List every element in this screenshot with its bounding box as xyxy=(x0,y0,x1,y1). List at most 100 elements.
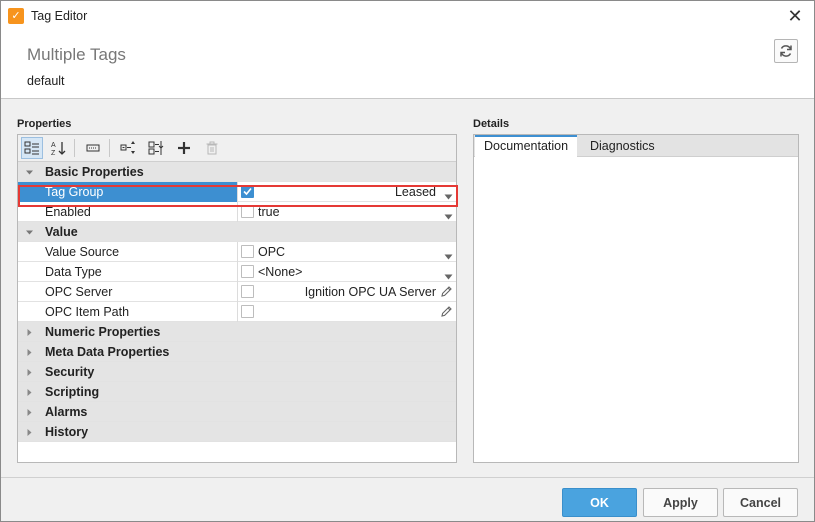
svg-text:Z: Z xyxy=(51,150,56,156)
expand-all-button[interactable] xyxy=(117,137,139,159)
sort-az-icon: A Z xyxy=(51,142,66,156)
override-checkbox[interactable] xyxy=(241,245,254,258)
properties-label: Properties xyxy=(17,118,72,130)
property-value: true xyxy=(258,205,280,219)
dropdown-arrow-icon[interactable] xyxy=(444,189,453,203)
category-row[interactable]: Alarms xyxy=(18,402,456,422)
property-name-cell[interactable]: OPC Server xyxy=(18,282,237,302)
ok-button[interactable]: OK xyxy=(562,488,637,517)
category-row[interactable]: Scripting xyxy=(18,382,456,402)
footer: OK Apply Cancel xyxy=(1,477,814,521)
property-label: Enabled xyxy=(45,205,91,219)
category-label: Numeric Properties xyxy=(45,325,161,339)
svg-text:A: A xyxy=(51,142,56,149)
expand-all-icon xyxy=(120,141,135,154)
window-title: Tag Editor xyxy=(31,9,88,23)
category-label: History xyxy=(45,425,89,439)
property-value-cell[interactable]: Leased xyxy=(237,182,456,202)
property-row[interactable]: Value Source OPC xyxy=(18,242,456,262)
category-label: Security xyxy=(45,365,95,379)
override-checkbox[interactable] xyxy=(241,305,254,318)
category-label: Value xyxy=(45,225,78,239)
category-row[interactable]: Security xyxy=(18,362,456,382)
collapsed-arrow-icon[interactable] xyxy=(23,386,35,398)
category-row[interactable]: Value xyxy=(18,222,456,242)
categorized-view-button[interactable] xyxy=(21,137,43,159)
category-row[interactable]: Meta Data Properties xyxy=(18,342,456,362)
cancel-button[interactable]: Cancel xyxy=(723,488,798,517)
category-label: Basic Properties xyxy=(45,165,144,179)
pencil-icon[interactable] xyxy=(440,285,453,301)
collapsed-arrow-icon[interactable] xyxy=(23,406,35,418)
property-name-cell[interactable]: Value Source xyxy=(18,242,237,262)
collapse-all-icon xyxy=(148,141,164,155)
dropdown-arrow-icon[interactable] xyxy=(444,269,453,283)
property-name-cell[interactable]: Tag Group xyxy=(18,182,237,202)
pencil-icon[interactable] xyxy=(440,305,453,321)
app-logo-icon: ✓ xyxy=(8,8,24,24)
collapsed-arrow-icon[interactable] xyxy=(23,366,35,378)
category-row[interactable]: Basic Properties xyxy=(18,162,456,182)
page-title: Multiple Tags xyxy=(27,45,126,64)
override-checkbox[interactable] xyxy=(241,265,254,278)
refresh-icon xyxy=(780,45,792,57)
tab-diagnostics[interactable]: Diagnostics xyxy=(581,135,664,157)
property-value: Ignition OPC UA Server xyxy=(304,285,436,299)
add-property-button[interactable] xyxy=(173,137,195,159)
property-grid: Basic Properties Tag Group Leased Enabled tr… xyxy=(18,162,456,442)
properties-panel: A Z Basic Properties Tag Group Leased En… xyxy=(17,134,457,463)
property-name-cell[interactable]: OPC Item Path xyxy=(18,302,237,322)
details-label: Details xyxy=(473,118,510,130)
categorized-icon xyxy=(24,141,39,155)
collapsed-arrow-icon[interactable] xyxy=(23,346,35,358)
title-bar: ✓ Tag Editor ✕ xyxy=(1,1,814,31)
dropdown-arrow-icon[interactable] xyxy=(444,209,453,223)
property-label: Tag Group xyxy=(45,185,104,199)
collapsed-arrow-icon[interactable] xyxy=(23,326,35,338)
property-row[interactable]: Enabled true xyxy=(18,202,456,222)
property-value: Leased xyxy=(394,185,436,199)
sort-az-button[interactable]: A Z xyxy=(47,137,69,159)
dropdown-arrow-icon[interactable] xyxy=(444,249,453,263)
override-checkbox[interactable] xyxy=(241,285,254,298)
property-pages-button[interactable] xyxy=(82,137,104,159)
plus-icon xyxy=(178,142,190,154)
property-value-cell[interactable] xyxy=(237,302,456,322)
category-label: Scripting xyxy=(45,385,100,399)
apply-button[interactable]: Apply xyxy=(643,488,718,517)
property-value-cell[interactable]: true xyxy=(237,202,456,222)
collapse-all-button[interactable] xyxy=(145,137,167,159)
delete-property-button[interactable] xyxy=(201,137,223,159)
property-label: Data Type xyxy=(45,265,102,279)
property-value: <None> xyxy=(258,265,303,279)
property-value-cell[interactable]: OPC xyxy=(237,242,456,262)
override-checkbox[interactable] xyxy=(241,205,254,218)
checkmark-icon xyxy=(243,187,252,196)
property-row[interactable]: OPC Server Ignition OPC UA Server xyxy=(18,282,456,302)
property-value-cell[interactable]: Ignition OPC UA Server xyxy=(237,282,456,302)
category-row[interactable]: History xyxy=(18,422,456,442)
override-checkbox[interactable] xyxy=(241,185,254,198)
property-value: OPC xyxy=(258,245,286,259)
property-row[interactable]: Data Type <None> xyxy=(18,262,456,282)
documentation-content[interactable] xyxy=(474,157,798,462)
expanded-arrow-icon[interactable] xyxy=(23,166,35,178)
category-label: Alarms xyxy=(45,405,88,419)
category-label: Meta Data Properties xyxy=(45,345,170,359)
properties-toolbar: A Z xyxy=(18,135,456,162)
property-name-cell[interactable]: Enabled xyxy=(18,202,237,222)
expanded-arrow-icon[interactable] xyxy=(23,226,35,238)
property-pages-icon xyxy=(86,144,100,152)
tab-documentation[interactable]: Documentation xyxy=(475,135,578,157)
property-value-cell[interactable]: <None> xyxy=(237,262,456,282)
category-row[interactable]: Numeric Properties xyxy=(18,322,456,342)
property-row[interactable]: Tag Group Leased xyxy=(18,182,456,202)
property-name-cell[interactable]: Data Type xyxy=(18,262,237,282)
collapsed-arrow-icon[interactable] xyxy=(23,426,35,438)
refresh-button[interactable] xyxy=(774,39,798,63)
trash-icon xyxy=(206,141,218,155)
details-tabbar: Documentation Diagnostics xyxy=(474,135,798,157)
close-icon[interactable]: ✕ xyxy=(782,3,808,29)
property-row[interactable]: OPC Item Path xyxy=(18,302,456,322)
header: Multiple Tags default xyxy=(1,31,814,99)
